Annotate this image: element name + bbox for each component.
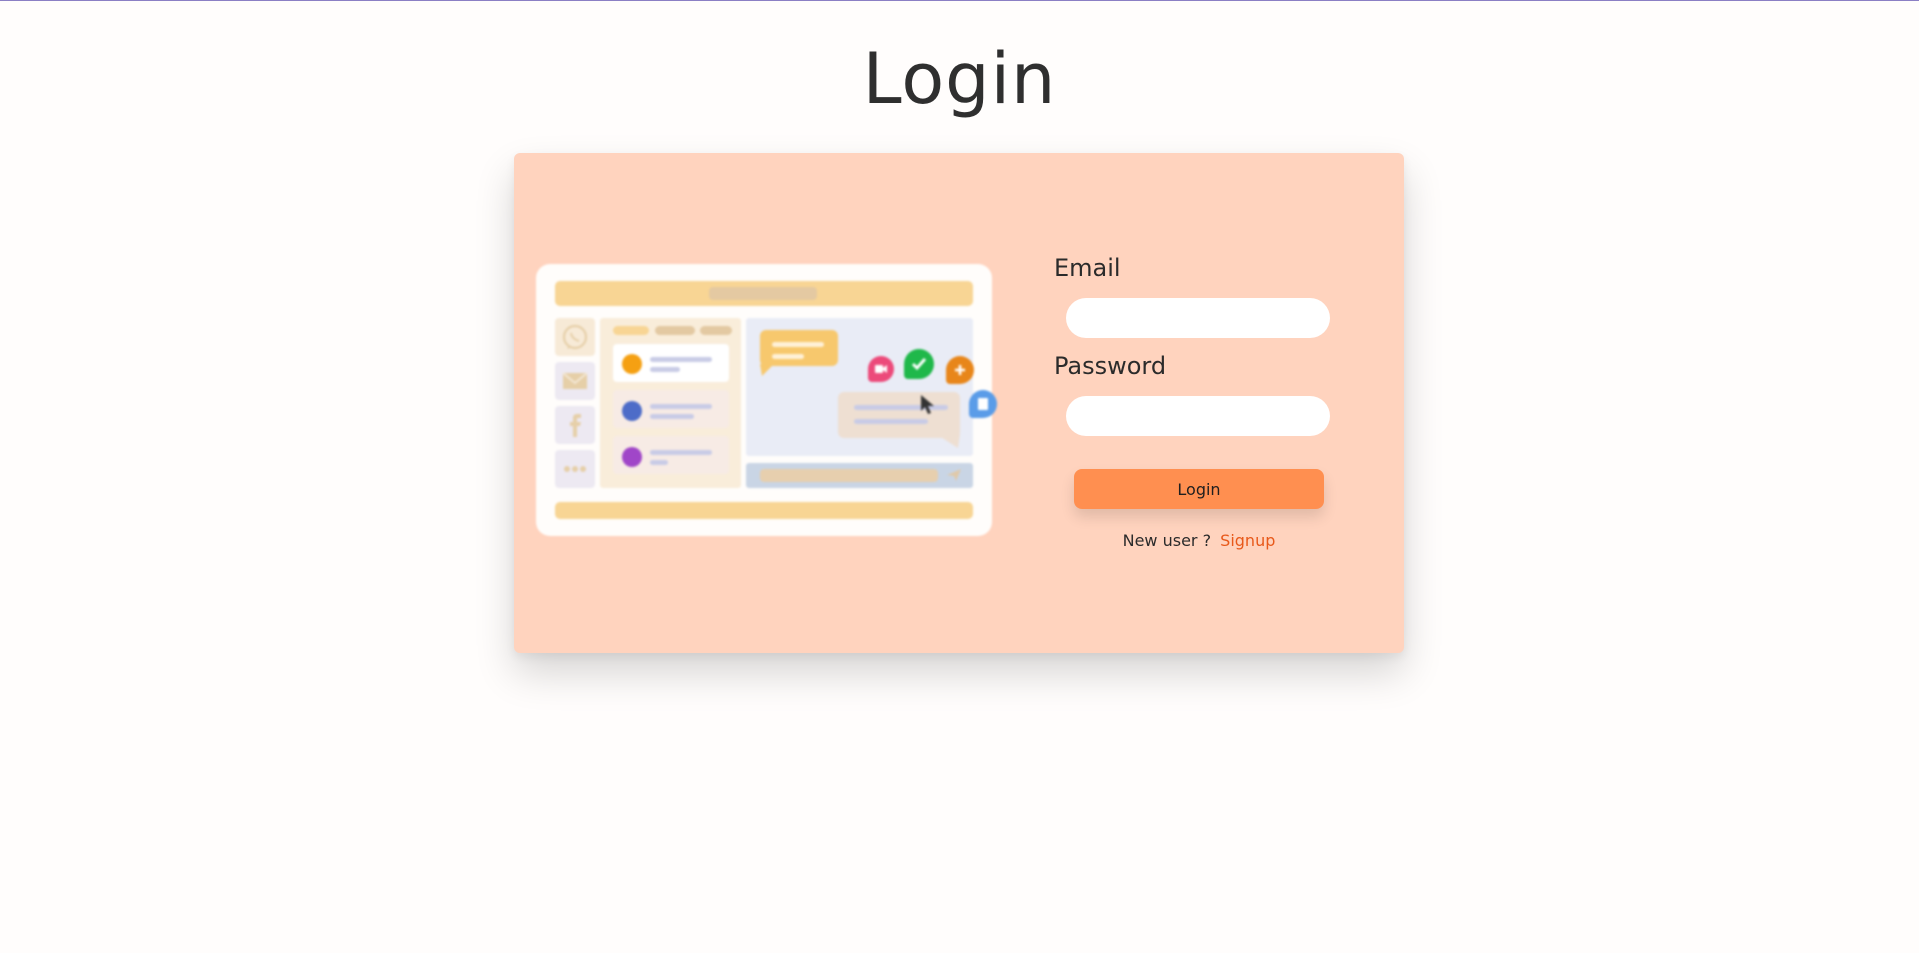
avatar xyxy=(622,447,642,467)
illustration-text-line xyxy=(650,404,712,409)
illustration-message-input xyxy=(760,469,938,482)
login-button[interactable]: Login xyxy=(1074,469,1324,509)
signup-link[interactable]: Signup xyxy=(1220,531,1275,550)
illustration-text-line xyxy=(650,357,712,362)
facebook-icon xyxy=(555,406,595,444)
illustration-bubble-tail xyxy=(760,364,774,376)
top-border xyxy=(0,0,1919,1)
new-user-text: New user ? xyxy=(1122,531,1212,550)
avatar xyxy=(622,401,642,421)
send-icon xyxy=(947,469,961,481)
password-label: Password xyxy=(1054,352,1167,380)
illustration-tab xyxy=(700,326,732,335)
check-icon xyxy=(904,349,934,379)
illustration-search-pill xyxy=(709,287,817,300)
video-icon xyxy=(868,356,894,382)
illustration-chat-bubble xyxy=(838,392,960,438)
illustration-text-line xyxy=(772,342,824,347)
file-icon xyxy=(969,390,997,418)
email-field[interactable] xyxy=(1066,298,1330,338)
cursor-icon xyxy=(921,395,934,414)
illustration-text-line xyxy=(650,367,680,372)
illustration-text-line xyxy=(650,414,694,419)
illustration-chat-bubble xyxy=(760,330,838,366)
illustration-footer-bar xyxy=(555,502,973,519)
illustration-tab xyxy=(655,326,695,335)
illustration-bubble-tail xyxy=(936,434,960,448)
avatar xyxy=(622,354,642,374)
chat-app-illustration xyxy=(536,264,997,536)
illustration-text-line xyxy=(772,354,804,359)
illustration-text-line xyxy=(650,460,668,465)
signup-row: New user ? Signup xyxy=(1054,531,1344,550)
login-card: Email Password Login New user ? Signup xyxy=(514,153,1404,653)
more-icon xyxy=(555,450,595,488)
page-title: Login xyxy=(862,38,1057,120)
login-form: Email Password Login New user ? Signup xyxy=(1054,153,1404,653)
illustration-text-line xyxy=(650,450,712,455)
illustration-tab xyxy=(613,326,649,335)
illustration-text-line xyxy=(854,419,928,424)
email-label: Email xyxy=(1054,254,1121,282)
mail-icon xyxy=(555,362,595,400)
plus-icon xyxy=(946,356,974,384)
whatsapp-icon xyxy=(555,318,595,356)
password-field[interactable] xyxy=(1066,396,1330,436)
